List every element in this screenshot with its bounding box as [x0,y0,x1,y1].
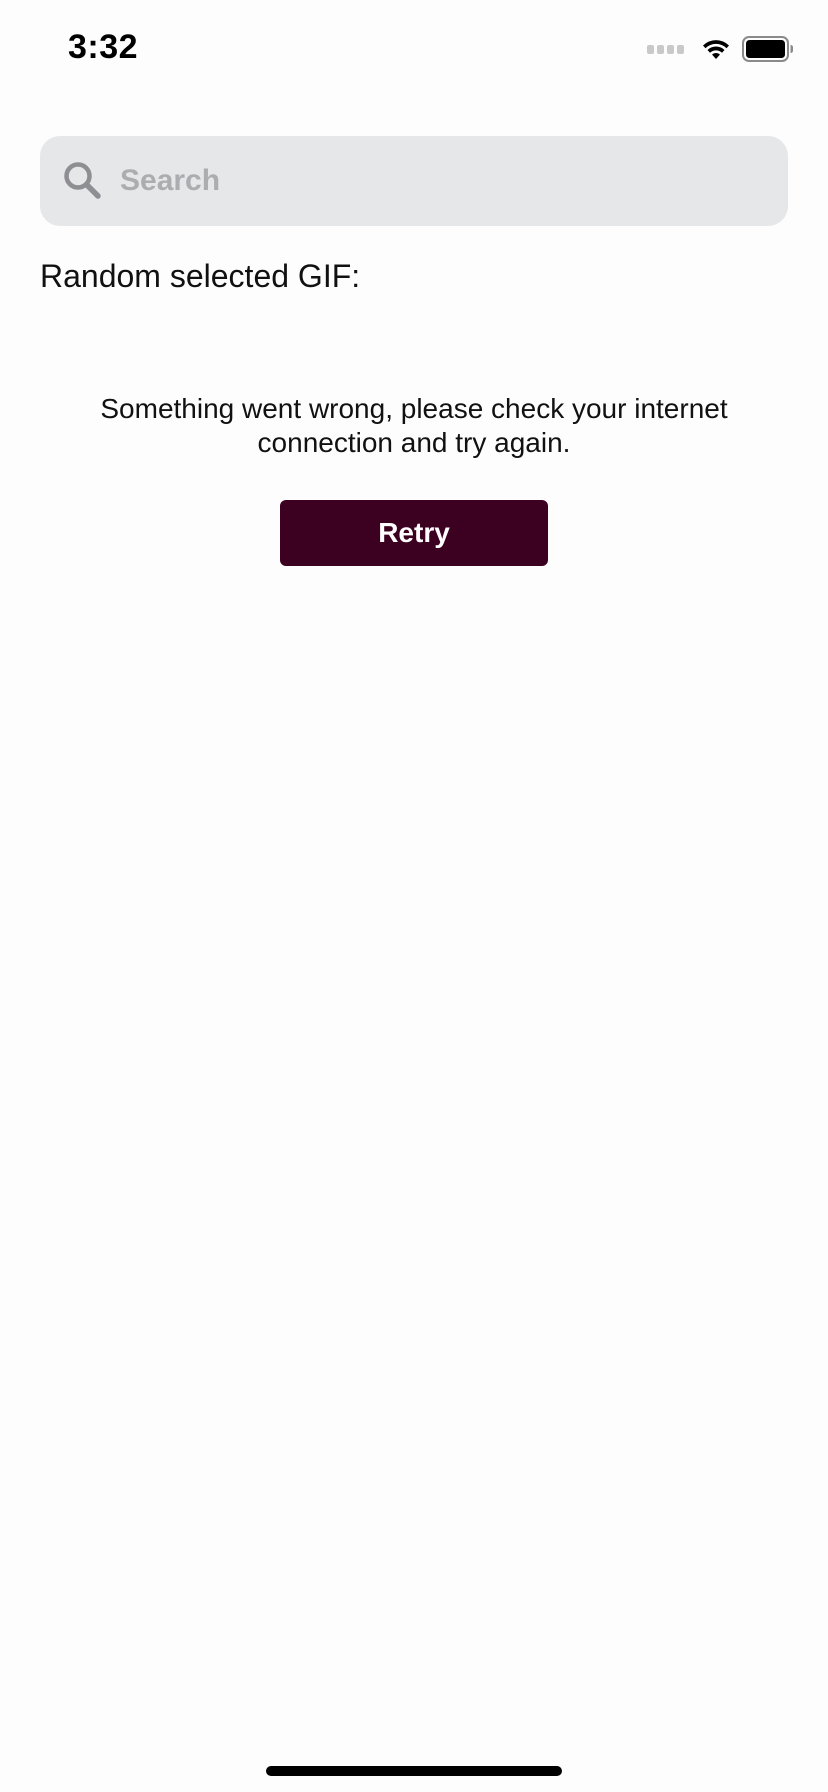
cellular-signal-icon [647,44,684,54]
search-icon [64,162,101,199]
status-bar: 3:32 [0,0,828,100]
home-indicator[interactable] [266,1766,562,1776]
wifi-icon [703,40,729,59]
error-message: Something went wrong, please check your … [100,393,728,458]
search-input[interactable] [120,136,760,226]
status-icons [647,34,794,64]
search-bar[interactable] [40,136,788,226]
status-time: 3:32 [68,28,139,66]
random-gif-label: Random selected GIF: [40,258,361,294]
battery-icon [742,36,793,62]
retry-button[interactable]: Retry [280,500,548,566]
